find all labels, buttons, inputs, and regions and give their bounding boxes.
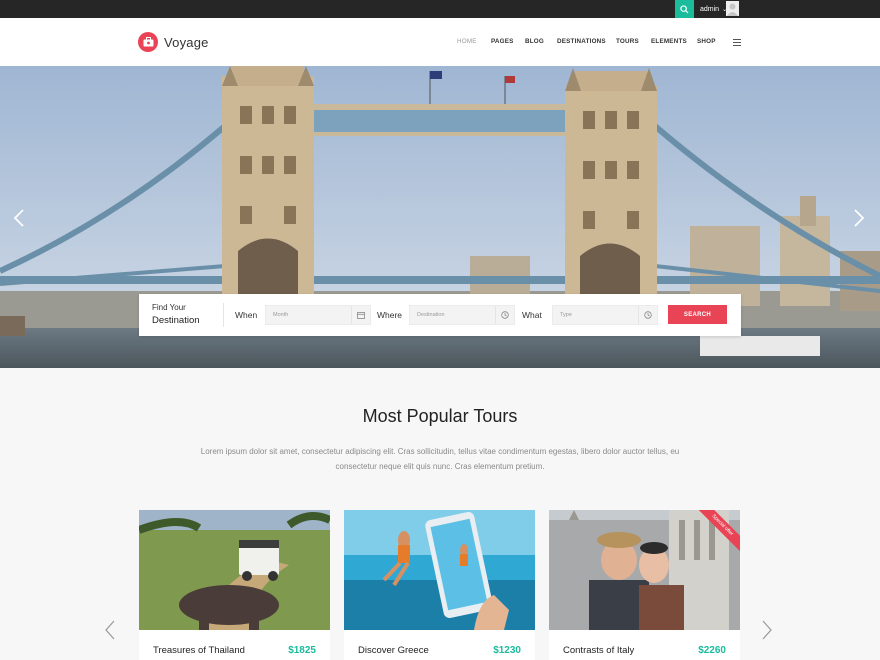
- avatar[interactable]: [726, 1, 739, 16]
- next-slide-arrow[interactable]: [852, 208, 866, 228]
- tour-card[interactable]: Discover Greece $1230: [344, 510, 535, 660]
- tour-card[interactable]: Treasures of Thailand $1825: [139, 510, 330, 660]
- tour-price: $2260: [698, 645, 726, 656]
- tour-image-greece[interactable]: [344, 510, 535, 630]
- tour-name[interactable]: Treasures of Thailand: [153, 645, 245, 656]
- section-description: Lorem ipsum dolor sit amet, consectetur …: [200, 447, 680, 471]
- tour-price: $1230: [493, 645, 521, 656]
- month-placeholder: Month: [273, 312, 289, 318]
- nav-home[interactable]: HOME: [457, 38, 477, 45]
- month-field[interactable]: Month: [265, 305, 371, 325]
- nav-tours[interactable]: TOURS: [616, 38, 639, 45]
- tour-name[interactable]: Discover Greece: [358, 645, 429, 656]
- prev-tour-arrow[interactable]: [105, 620, 115, 640]
- site-header: Voyage HOME PAGES BLOG DESTINATIONS TOUR…: [0, 18, 880, 66]
- tour-image-thailand[interactable]: [139, 510, 330, 630]
- tour-price: $1825: [288, 645, 316, 656]
- when-label: When: [235, 310, 258, 320]
- search-title-line1: Find Your: [152, 303, 186, 312]
- tour-search-form: Find Your Destination When Month Where D…: [139, 294, 741, 336]
- prev-slide-arrow[interactable]: [12, 208, 26, 228]
- nav-shop[interactable]: SHOP: [697, 38, 716, 45]
- nav-destinations[interactable]: DESTINATIONS: [557, 38, 606, 45]
- clock-icon: [638, 306, 657, 324]
- user-menu[interactable]: admin ⌄: [700, 0, 727, 18]
- calendar-icon: [351, 306, 370, 324]
- nav-pages[interactable]: PAGES: [491, 38, 514, 45]
- search-title-line2: Destination: [152, 315, 200, 326]
- divider: [223, 303, 224, 327]
- main-nav: HOME PAGES BLOG DESTINATIONS TOURS ELEME…: [0, 38, 880, 48]
- destination-field[interactable]: Destination: [409, 305, 515, 325]
- type-field[interactable]: Type: [552, 305, 658, 325]
- destination-placeholder: Destination: [417, 312, 445, 318]
- user-name: admin: [700, 5, 720, 13]
- type-placeholder: Type: [560, 312, 572, 318]
- what-label: What: [522, 310, 542, 320]
- next-tour-arrow[interactable]: [762, 620, 772, 640]
- tour-image-italy[interactable]: Special offer: [549, 510, 740, 630]
- tour-name[interactable]: Contrasts of Italy: [563, 645, 634, 656]
- nav-blog[interactable]: BLOG: [525, 38, 544, 45]
- tour-card[interactable]: Special offer Contrasts of Italy $2260: [549, 510, 740, 660]
- nav-elements[interactable]: ELEMENTS: [651, 38, 687, 45]
- where-label: Where: [377, 310, 403, 320]
- search-button[interactable]: SEARCH: [668, 305, 727, 324]
- menu-icon[interactable]: [733, 39, 741, 48]
- section-title: Most Popular Tours: [362, 406, 518, 426]
- clock-icon: [495, 306, 514, 324]
- top-bar: admin ⌄: [0, 0, 880, 18]
- search-icon[interactable]: [675, 0, 694, 18]
